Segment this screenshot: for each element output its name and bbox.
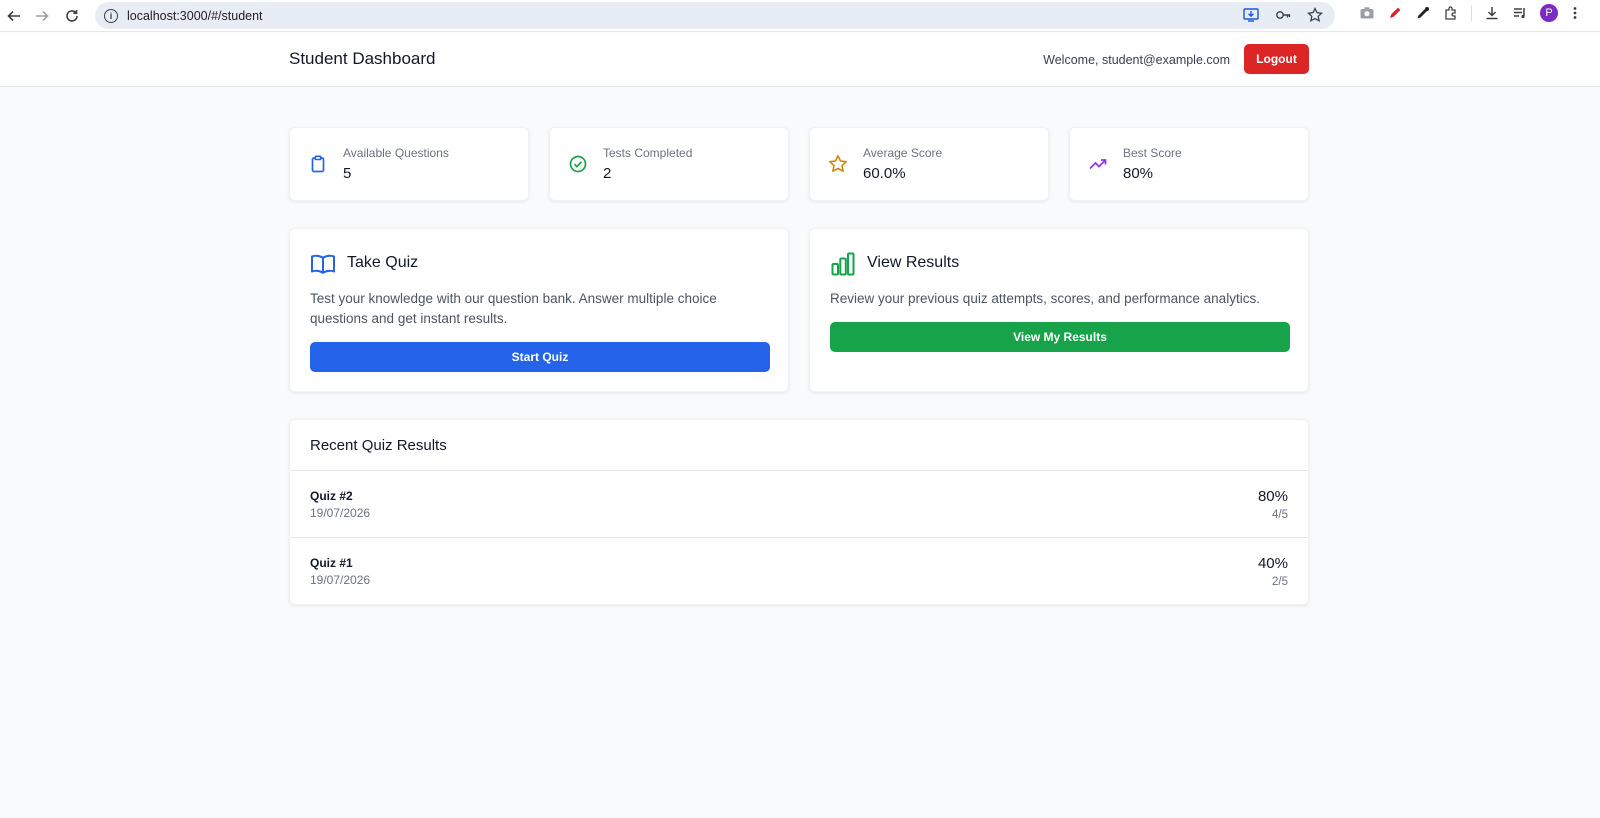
check-circle-icon [569, 155, 587, 173]
profile-avatar[interactable]: P [1540, 4, 1558, 22]
welcome-text: Welcome, student@example.com [1043, 53, 1230, 67]
quiz-fraction: 4/5 [1272, 509, 1288, 521]
stat-value: 2 [603, 165, 612, 182]
toolbar-divider [1471, 5, 1472, 21]
kebab-menu-icon[interactable] [1570, 5, 1580, 21]
stat-value: 60.0% [863, 165, 906, 182]
stat-card-tests-completed: Tests Completed 2 [549, 127, 789, 201]
site-info-icon[interactable]: i [104, 8, 118, 23]
camera-icon[interactable] [1359, 5, 1375, 21]
media-queue-icon[interactable] [1512, 5, 1528, 21]
logout-button[interactable]: Logout [1244, 44, 1309, 74]
quiz-percent: 40% [1257, 555, 1288, 572]
url-text: localhost:3000/#/student [127, 8, 263, 23]
forward-button[interactable] [28, 4, 56, 28]
stat-label: Best Score [1123, 146, 1182, 160]
stat-card-average-score: Average Score 60.0% [809, 127, 1049, 201]
arrow-left-icon [7, 10, 20, 22]
stat-label: Average Score [863, 146, 943, 160]
view-results-card: View Results Review your previous quiz a… [809, 228, 1309, 392]
card-title: Take Quiz [347, 254, 419, 271]
extensions-icon[interactable] [1443, 5, 1459, 21]
stat-value: 80% [1123, 165, 1154, 182]
card-description: Test your knowledge with our question ba… [310, 291, 717, 326]
address-bar[interactable]: i localhost:3000/#/student [95, 2, 1335, 29]
browser-toolbar: i localhost:3000/#/student P [0, 0, 1600, 32]
quiz-fraction: 2/5 [1272, 576, 1288, 588]
result-row[interactable]: Quiz #1 19/07/2026 40% 2/5 [290, 538, 1308, 605]
stat-label: Available Questions [343, 146, 449, 160]
clipboard-icon [311, 155, 325, 173]
card-description: Review your previous quiz attempts, scor… [830, 291, 1260, 306]
take-quiz-card: Take Quiz Test your knowledge with our q… [289, 228, 789, 392]
stat-card-best-score: Best Score 80% [1069, 127, 1309, 201]
quiz-date: 19/07/2026 [310, 573, 371, 587]
start-quiz-button[interactable]: Start Quiz [310, 342, 770, 372]
recent-results-panel: Recent Quiz Results Quiz #2 19/07/2026 8… [289, 419, 1309, 605]
app-header: Student Dashboard Welcome, student@examp… [0, 33, 1600, 87]
arrow-right-icon [36, 10, 49, 22]
stat-card-available-questions: Available Questions 5 [289, 127, 529, 201]
quiz-percent: 80% [1257, 488, 1288, 505]
install-app-icon[interactable] [1243, 7, 1259, 23]
section-title: Recent Quiz Results [310, 437, 447, 454]
stat-value: 5 [343, 165, 352, 182]
card-title: View Results [867, 254, 960, 271]
bar-chart-icon [831, 252, 855, 276]
book-open-icon [311, 254, 335, 274]
password-key-icon[interactable] [1275, 7, 1291, 23]
quiz-name: Quiz #1 [310, 556, 353, 570]
trending-up-icon [1089, 159, 1107, 170]
stat-label: Tests Completed [603, 146, 693, 160]
reload-icon [66, 10, 78, 22]
reload-button[interactable] [58, 4, 86, 28]
star-icon [829, 155, 847, 172]
eyedropper-icon[interactable] [1415, 5, 1431, 21]
result-row[interactable]: Quiz #2 19/07/2026 80% 4/5 [290, 471, 1308, 538]
bookmark-star-icon[interactable] [1307, 7, 1323, 23]
back-button[interactable] [0, 4, 28, 28]
quiz-name: Quiz #2 [310, 489, 353, 503]
download-icon[interactable] [1484, 5, 1500, 21]
quiz-date: 19/07/2026 [310, 506, 371, 520]
view-my-results-button[interactable]: View My Results [830, 322, 1290, 352]
pen-icon[interactable] [1387, 5, 1403, 21]
page-title: Student Dashboard [289, 49, 436, 68]
